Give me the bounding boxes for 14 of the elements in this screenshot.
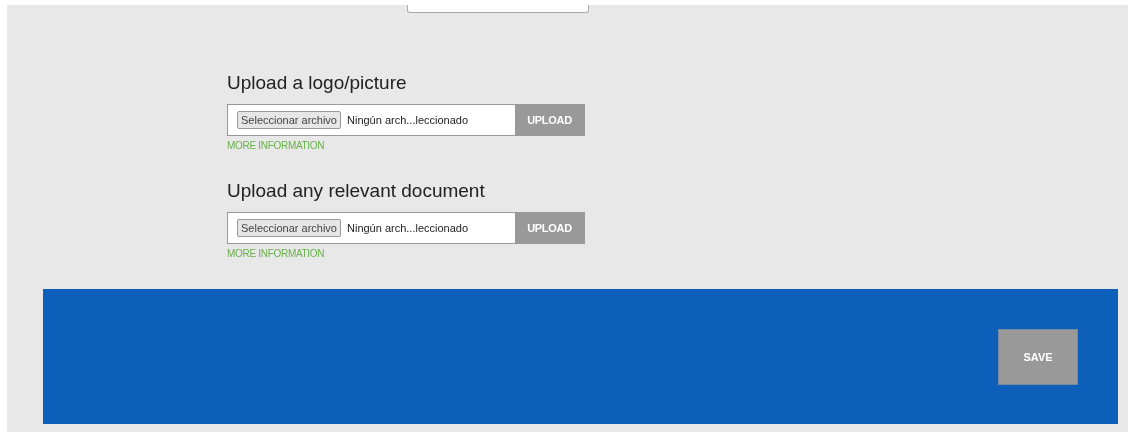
- input-field[interactable]: [407, 5, 589, 13]
- choose-file-button[interactable]: Seleccionar archivo: [237, 111, 341, 129]
- section-title: Upload a logo/picture: [227, 71, 407, 95]
- file-status: Ningún arch...leccionado: [347, 114, 469, 126]
- more-information-link[interactable]: MORE INFORMATION: [227, 248, 325, 259]
- save-button[interactable]: SAVE: [998, 329, 1078, 385]
- section-title: Upload any relevant document: [227, 179, 485, 203]
- file-status: Ningún arch...leccionado: [347, 222, 469, 234]
- upload-button[interactable]: UPLOAD: [515, 213, 584, 243]
- file-input[interactable]: Seleccionar archivo Ningún arch...leccionado UPLOAD: [227, 212, 585, 244]
- more-information-link[interactable]: MORE INFORMATION: [227, 140, 325, 151]
- file-input[interactable]: Seleccionar archivo Ningún arch...leccionado UPLOAD: [227, 104, 585, 136]
- upload-button[interactable]: UPLOAD: [515, 105, 584, 135]
- choose-file-button[interactable]: Seleccionar archivo: [237, 219, 341, 237]
